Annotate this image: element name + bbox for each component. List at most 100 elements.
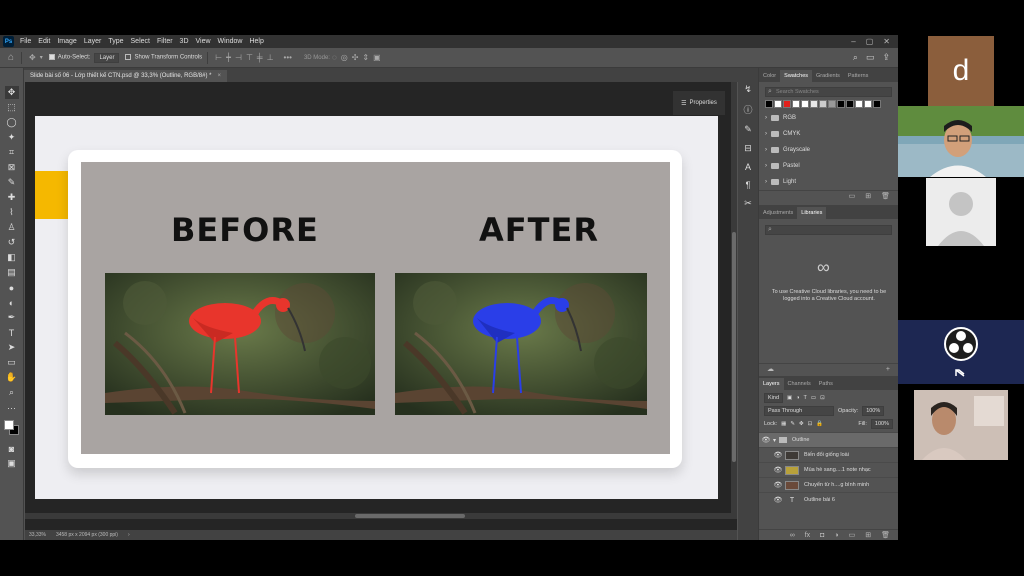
menu-image[interactable]: Image xyxy=(57,38,76,45)
eye-icon[interactable]: 👁 xyxy=(771,481,785,489)
swatch-group-light[interactable]: › Light xyxy=(765,174,898,190)
move-tool-icon[interactable]: ✥ xyxy=(4,86,19,99)
3d-orbit-icon[interactable]: ◌ xyxy=(332,53,337,62)
menu-type[interactable]: Type xyxy=(108,38,123,45)
delete-icon[interactable]: 🗑 xyxy=(881,192,890,200)
tab-gradients[interactable]: Gradients xyxy=(812,70,844,82)
maximize-icon[interactable]: ▢ xyxy=(866,37,874,46)
horizontal-scrollbar[interactable] xyxy=(25,513,737,519)
color-swatch[interactable] xyxy=(837,100,845,108)
layer-row[interactable]: 👁 Mùa hè sang....1 note nhạc xyxy=(759,462,898,477)
menu-file[interactable]: File xyxy=(20,38,31,45)
frame-tool-icon[interactable]: ⊠ xyxy=(5,161,19,174)
blend-mode-select[interactable]: Pass Through xyxy=(764,406,834,416)
menu-select[interactable]: Select xyxy=(131,38,150,45)
adjust-icon[interactable]: ⊟ xyxy=(744,143,752,154)
zoom-tool-icon[interactable]: ⌕ xyxy=(5,386,19,399)
align-left-icon[interactable]: ⊢ xyxy=(215,53,222,62)
color-swatch[interactable] xyxy=(819,100,827,108)
fill-input[interactable]: 100% xyxy=(870,419,893,429)
add-icon[interactable]: + xyxy=(886,366,890,373)
tab-patterns[interactable]: Patterns xyxy=(844,70,872,82)
document-tab[interactable]: Slide bài số 06 - Lớp thiết kế CTN.psd @… xyxy=(24,70,227,82)
link-icon[interactable]: ∞ xyxy=(790,532,795,539)
close-tab-icon[interactable]: × xyxy=(217,73,221,79)
adjustment-icon[interactable]: ◑ xyxy=(834,532,838,539)
color-swatch[interactable] xyxy=(873,100,881,108)
canvas-area[interactable]: ☰ Properties BEFORE AFTER xyxy=(25,82,737,530)
opacity-input[interactable]: 100% xyxy=(862,406,885,416)
more-tools-icon[interactable]: ··· xyxy=(5,401,19,414)
tab-layers[interactable]: Layers xyxy=(759,378,784,390)
align-middle-icon[interactable]: ╪ xyxy=(257,53,263,62)
tab-color[interactable]: Color xyxy=(759,70,780,82)
brush-tool-icon[interactable]: ⌇ xyxy=(5,206,19,219)
swatch-group-grayscale[interactable]: › Grayscale xyxy=(765,142,898,158)
filter-adjust-icon[interactable]: ◑ xyxy=(796,395,799,401)
participant-video-off[interactable] xyxy=(926,178,996,246)
color-swatch[interactable] xyxy=(792,100,800,108)
blur-tool-icon[interactable]: ● xyxy=(5,281,19,294)
layer-row[interactable]: 👁 ▾ Outline xyxy=(759,432,898,447)
chevron-right-icon[interactable]: › xyxy=(128,532,130,538)
vertical-scrollbar[interactable] xyxy=(731,82,737,514)
zoom-level[interactable]: 33,33% xyxy=(29,532,46,538)
color-swatches[interactable] xyxy=(3,420,20,436)
properties-button[interactable]: ☰ Properties xyxy=(673,91,725,115)
delete-icon[interactable]: 🗑 xyxy=(881,531,890,539)
history-brush-icon[interactable]: ↺ xyxy=(5,236,19,249)
menu-window[interactable]: Window xyxy=(218,38,243,45)
3d-roll-icon[interactable]: ◎ xyxy=(341,53,348,62)
crop-tool-icon[interactable]: ⌗ xyxy=(5,146,19,159)
lock-position-icon[interactable]: ✥ xyxy=(799,421,804,427)
eye-icon[interactable]: 👁 xyxy=(759,436,773,444)
swatch-group-rgb[interactable]: › RGB xyxy=(765,110,898,126)
share-icon[interactable]: ⇪ xyxy=(882,52,890,63)
layer-select[interactable]: Layer xyxy=(94,52,120,63)
lock-all-icon[interactable]: 🔒 xyxy=(816,421,823,427)
color-swatch[interactable] xyxy=(774,100,782,108)
3d-scale-icon[interactable]: ▣ xyxy=(373,53,381,62)
tools-preset-icon[interactable]: ✂ xyxy=(744,198,752,209)
paragraph-icon[interactable]: ¶ xyxy=(746,180,751,190)
menu-filter[interactable]: Filter xyxy=(157,38,173,45)
auto-select-checkbox[interactable]: Auto-Select: xyxy=(48,54,90,61)
swatches-search-input[interactable]: Search Swatches xyxy=(765,87,892,97)
align-center-icon[interactable]: ┿ xyxy=(226,53,231,62)
eyedropper-tool-icon[interactable]: ✎ xyxy=(5,176,19,189)
menu-help[interactable]: Help xyxy=(249,38,263,45)
tab-paths[interactable]: Paths xyxy=(815,378,837,390)
eye-icon[interactable]: 👁 xyxy=(771,466,785,474)
chevron-down-icon[interactable]: ▾ xyxy=(40,54,43,61)
color-swatch[interactable] xyxy=(765,100,773,108)
eye-icon[interactable]: 👁 xyxy=(771,496,785,504)
new-layer-icon[interactable]: ⊞ xyxy=(865,531,871,539)
participant-video-man[interactable] xyxy=(898,106,1024,177)
layer-row[interactable]: 👁 T Outline bài 6 xyxy=(759,492,898,507)
quick-mask-icon[interactable]: ◙ xyxy=(5,442,19,455)
swatch-group-cmyk[interactable]: › CMYK xyxy=(765,126,898,142)
lock-paint-icon[interactable]: ✎ xyxy=(790,421,795,427)
menu-layer[interactable]: Layer xyxy=(84,38,102,45)
lasso-tool-icon[interactable]: ◯ xyxy=(5,116,19,129)
color-swatch[interactable] xyxy=(864,100,872,108)
path-select-icon[interactable]: ➤ xyxy=(5,341,19,354)
tab-channels[interactable]: Channels xyxy=(784,378,815,390)
obs-tile[interactable] xyxy=(898,320,1024,384)
magic-wand-tool-icon[interactable]: ✦ xyxy=(5,131,19,144)
marquee-tool-icon[interactable]: ⬚ xyxy=(5,101,19,114)
minimize-icon[interactable]: – xyxy=(851,37,855,46)
character-icon[interactable]: A xyxy=(745,162,751,172)
layer-row[interactable]: 👁 Biến đổi giống loài xyxy=(759,447,898,462)
swatch-group-pastel[interactable]: › Pastel xyxy=(765,158,898,174)
color-swatch[interactable] xyxy=(846,100,854,108)
align-top-icon[interactable]: ⊤ xyxy=(246,53,253,62)
menu-view[interactable]: View xyxy=(196,38,211,45)
mask-icon[interactable]: ◘ xyxy=(820,532,824,539)
info-icon[interactable]: ⓘ xyxy=(743,103,752,116)
color-swatch[interactable] xyxy=(801,100,809,108)
home-icon[interactable]: ⌂ xyxy=(8,52,14,63)
healing-brush-icon[interactable]: ✚ xyxy=(5,191,19,204)
cloud-icon[interactable]: ☁ xyxy=(767,365,774,373)
chevron-down-icon[interactable]: ▾ xyxy=(773,437,776,444)
